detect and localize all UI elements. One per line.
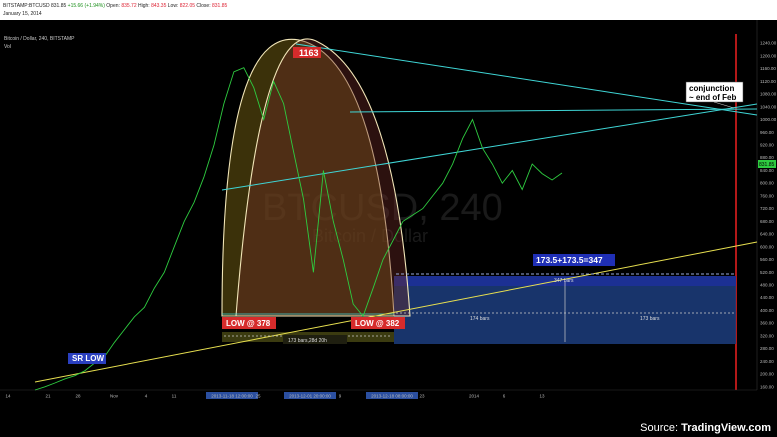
open-value: 835.72	[121, 3, 137, 9]
source-credit: Source: TradingView.com	[640, 422, 771, 434]
time-tick-label: 21	[45, 394, 51, 399]
source-name: TradingView.com	[681, 422, 771, 434]
price-tick-label: 320.00	[760, 333, 774, 338]
price-tick-label: 960.00	[760, 130, 774, 135]
price-chart[interactable]: BTCUSD, 240 Bitcoin / Dollar Bitcoin / D…	[0, 20, 777, 420]
price-tick-label: 400.00	[760, 308, 774, 313]
price-tick-label: 360.00	[760, 321, 774, 326]
price-tick-label: 880.00	[760, 155, 774, 160]
time-tick-label: Nov	[110, 394, 119, 399]
peak-label: 1163	[299, 48, 319, 58]
price-tick-label: 760.00	[760, 193, 774, 198]
current-price-label: 831.85	[759, 162, 775, 168]
open-label: Open:	[106, 3, 120, 9]
pane-title: Bitcoin / Dollar, 240, BITSTAMP	[4, 36, 75, 42]
time-tick-label: 2013-12-01 20:00:00	[289, 394, 331, 399]
high-label: High:	[138, 3, 150, 9]
price-tick-label: 1040.00	[760, 104, 777, 109]
time-tick-label: 2013-12-18 08:00:00	[371, 394, 413, 399]
price-tick-label: 560.00	[760, 257, 774, 262]
symbol-name: BITSTAMP:BTCUSD	[3, 3, 50, 9]
price-tick-label: 920.00	[760, 143, 774, 148]
time-tick-label: 6	[503, 394, 506, 399]
low-value: 822.05	[179, 3, 196, 9]
price-tick-label: 240.00	[760, 359, 774, 364]
low-378-label: LOW @ 378	[226, 319, 271, 328]
conjunction-pointer	[713, 101, 735, 109]
price-tick-label: 280.00	[760, 346, 774, 351]
price-tick-label: 1160.00	[760, 66, 776, 71]
price-tick-label: 600.00	[760, 244, 774, 249]
last-price: 831.85	[50, 3, 67, 9]
horizontal-resistance-line[interactable]	[349, 108, 758, 113]
quote-date: January 15, 2014	[3, 11, 42, 17]
measure-sum-label: 173.5+173.5=347	[536, 255, 603, 265]
time-tick-label: 9	[339, 394, 342, 399]
symbol-header: BITSTAMP:BTCUSD 831.85 +15.66 (+1.94%) O…	[0, 0, 777, 20]
conjunction-line1: conjunction	[689, 84, 734, 93]
price-tick-label: 800.00	[760, 181, 774, 186]
volume-label: Vol	[4, 44, 11, 50]
price-tick-label: 1200.00	[760, 53, 777, 58]
price-tick-label: 200.00	[760, 372, 774, 377]
bars-173-28d-label: 173 bars,28d 20h	[288, 338, 327, 344]
low-382-label: LOW @ 382	[355, 319, 400, 328]
close-value: 831.85	[211, 3, 228, 9]
time-tick-label: 2014	[469, 394, 480, 399]
price-tick-label: 1000.00	[760, 117, 777, 122]
price-tick-label: 640.00	[760, 232, 774, 237]
price-tick-label: 680.00	[760, 219, 774, 224]
time-tick-label: 4	[145, 394, 148, 399]
price-tick-label: 720.00	[760, 206, 774, 211]
sr-low-label: SR LOW	[72, 354, 104, 363]
high-value: 843.35	[151, 3, 167, 9]
time-tick-label: 14	[5, 394, 11, 399]
time-tick-label: 13	[539, 394, 545, 399]
price-tick-label: 520.00	[760, 270, 774, 275]
time-tick-label: 25	[255, 394, 261, 399]
price-change: +15.66 (+1.94%)	[67, 3, 105, 9]
price-tick-label: 440.00	[760, 295, 774, 300]
bars-174-label: 174 bars	[470, 316, 490, 322]
bars-173-label: 173 bars	[640, 316, 660, 322]
time-tick-label: 2013-11-18 12:00:00	[211, 394, 253, 399]
time-axis: 14 21 28 Nov 4 11 2013-11-18 12:00:00 25 2013-12…	[5, 392, 545, 399]
source-prefix: Source:	[640, 422, 679, 434]
low-label: Low:	[167, 3, 179, 9]
price-tick-label: 480.00	[760, 283, 774, 288]
time-tick-label: 28	[75, 394, 81, 399]
footer: Source: TradingView.com	[0, 420, 777, 437]
price-tick-label: 160.00	[760, 384, 774, 389]
quote-row: BITSTAMP:BTCUSD 831.85 +15.66 (+1.94%) O…	[3, 3, 227, 9]
chart-canvas[interactable]: BTCUSD, 240 Bitcoin / Dollar Bitcoin / D…	[0, 20, 777, 420]
price-tick-label: 1240.00	[760, 41, 777, 46]
conjunction-line2: ~ end of Feb	[689, 93, 736, 102]
time-tick-label: 23	[419, 394, 425, 399]
time-tick-label: 11	[172, 394, 177, 399]
price-axis: 1240.00 1200.00 1160.00 1120.00 1080.00 1040.…	[760, 41, 777, 390]
price-tick-label: 1080.00	[760, 92, 777, 97]
close-label: Close:	[196, 3, 211, 9]
price-tick-label: 840.00	[760, 168, 774, 173]
price-tick-label: 1120.00	[760, 79, 776, 84]
bars-347-label: 347 bars	[554, 278, 574, 284]
